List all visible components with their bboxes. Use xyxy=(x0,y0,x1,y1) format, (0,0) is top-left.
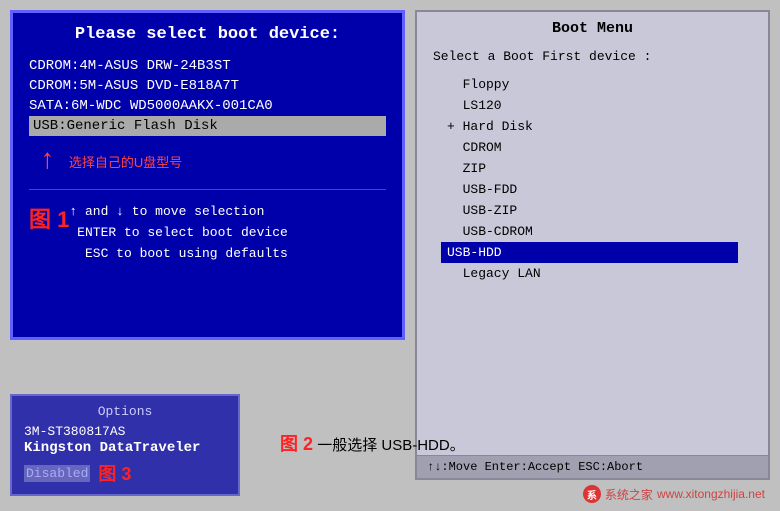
boot-menu-title: Boot Menu xyxy=(417,12,768,45)
options-item-st: 3M-ST380817AS xyxy=(24,423,226,440)
boot-menu-panel: Boot Menu Select a Boot First device : F… xyxy=(415,10,770,480)
usb-label: 选择自己的U盘型号 xyxy=(69,152,182,171)
boot-item-ls120[interactable]: LS120 xyxy=(447,95,738,116)
fig1-row: 图 1 ↑ and ↓ to move selection ENTER to s… xyxy=(29,202,386,264)
watermark-url: www.xitongzhijia.net xyxy=(657,487,765,501)
fig3-label: 图 3 xyxy=(98,460,131,486)
bios-item-cdrom2[interactable]: CDROM:5M-ASUS DVD-E818A7T xyxy=(29,76,386,96)
boot-item-cdrom[interactable]: CDROM xyxy=(447,137,738,158)
options-item-kingston: Kingston DataTraveler xyxy=(24,440,226,456)
boot-item-legacylan[interactable]: Legacy LAN xyxy=(447,263,738,284)
watermark: 系 系统之家 www.xitongzhijia.net xyxy=(583,485,765,503)
options-panel: Options 3M-ST380817AS Kingston DataTrave… xyxy=(10,394,240,496)
boot-item-floppy[interactable]: Floppy xyxy=(447,74,738,95)
options-item-disabled: Disabled xyxy=(24,465,90,482)
instruction-1: ↑ and ↓ to move selection xyxy=(69,204,264,219)
fig2-description: 一般选择 USB-HDD。 xyxy=(317,437,465,454)
boot-item-usbfdd[interactable]: USB-FDD xyxy=(447,179,738,200)
fig2-text: 图 2 一般选择 USB-HDD。 xyxy=(280,430,480,456)
boot-item-usbhdd-selected[interactable]: USB-HDD xyxy=(441,242,738,263)
fig2-label: 图 2 xyxy=(280,434,313,454)
up-arrow-icon: ↑ xyxy=(39,146,56,177)
boot-menu-items: Floppy LS120 Hard Disk CDROM ZIP USB-FDD… xyxy=(417,68,768,290)
watermark-text: 系统之家 xyxy=(605,486,653,503)
bios-title: Please select boot device: xyxy=(29,25,386,44)
instruction-2: ENTER to select boot device xyxy=(77,225,288,240)
watermark-logo: 系 xyxy=(583,485,601,503)
fig2-area: 图 2 一般选择 USB-HDD。 xyxy=(280,430,480,456)
bios-select-panel: Please select boot device: CDROM:4M-ASUS… xyxy=(10,10,405,340)
bios-item-cdrom1[interactable]: CDROM:4M-ASUS DRW-24B3ST xyxy=(29,56,386,76)
options-title: Options xyxy=(24,404,226,419)
bios-instructions: ↑ and ↓ to move selection ENTER to selec… xyxy=(69,202,287,264)
boot-footer: ↑↓:Move Enter:Accept ESC:Abort xyxy=(417,455,768,478)
instruction-3: ESC to boot using defaults xyxy=(85,246,288,261)
bios-item-usb-selected[interactable]: USB:Generic Flash Disk xyxy=(29,116,386,136)
arrow-area: ↑ 选择自己的U盘型号 xyxy=(29,146,386,177)
boot-item-harddisk[interactable]: Hard Disk xyxy=(447,116,738,137)
bios-item-sata[interactable]: SATA:6M-WDC WD5000AAKX-001CA0 xyxy=(29,96,386,116)
fig1-label: 图 1 xyxy=(29,202,69,234)
boot-item-zip[interactable]: ZIP xyxy=(447,158,738,179)
boot-menu-subtitle: Select a Boot First device : xyxy=(417,45,768,68)
bios-divider xyxy=(29,189,386,190)
boot-item-usbcdrom[interactable]: USB-CDROM xyxy=(447,221,738,242)
boot-item-usbzip[interactable]: USB-ZIP xyxy=(447,200,738,221)
